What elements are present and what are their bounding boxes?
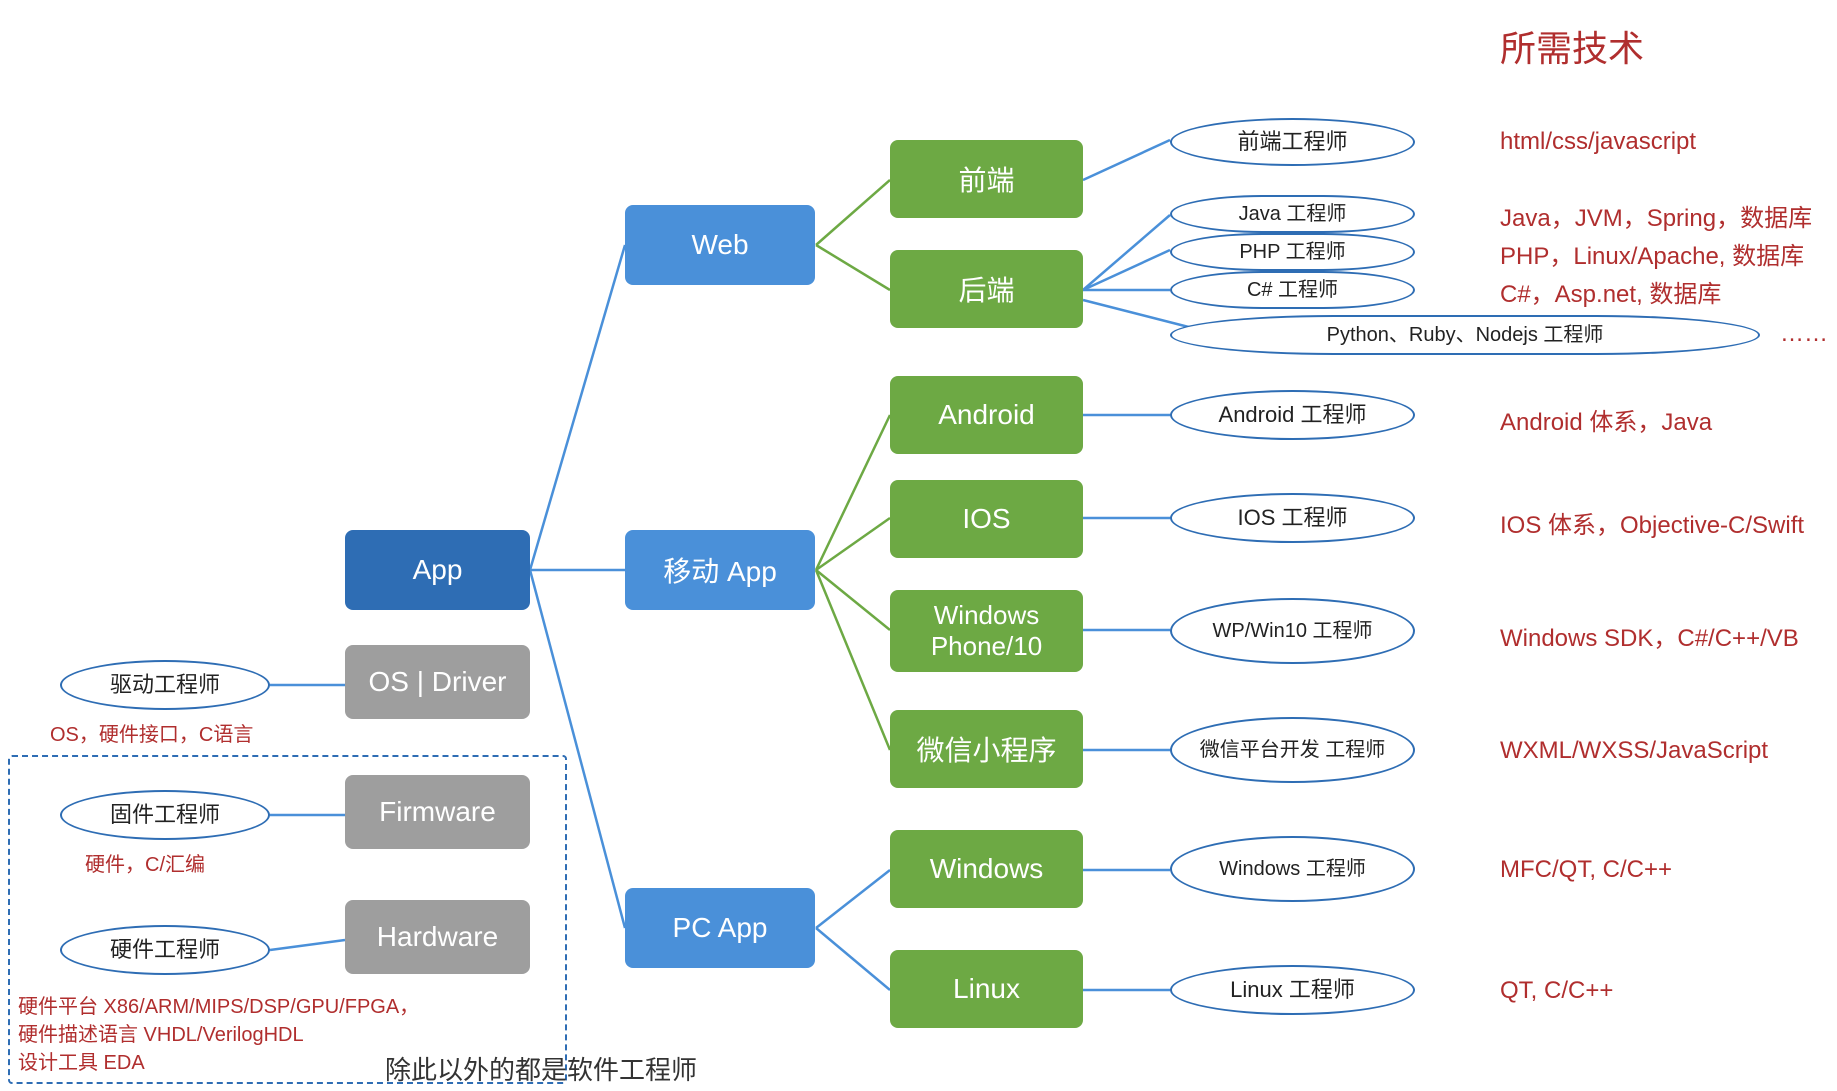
dashed-hardware-group bbox=[8, 755, 567, 1084]
node-windows: Windows bbox=[890, 830, 1083, 908]
role-csharp: C# 工程师 bbox=[1170, 271, 1415, 309]
footer-note: 除此以外的都是软件工程师 bbox=[385, 1050, 697, 1087]
node-mobile: 移动 App bbox=[625, 530, 815, 610]
node-web: Web bbox=[625, 205, 815, 285]
node-ios: IOS bbox=[890, 480, 1083, 558]
role-ios: IOS 工程师 bbox=[1170, 493, 1415, 543]
role-wechat: 微信平台开发 工程师 bbox=[1170, 717, 1415, 783]
tech-wechat: WXML/WXSS/JavaScript bbox=[1500, 737, 1768, 765]
role-android: Android 工程师 bbox=[1170, 390, 1415, 440]
role-linux: Linux 工程师 bbox=[1170, 965, 1415, 1015]
tech-android: Android 体系，Java bbox=[1500, 402, 1712, 437]
node-frontend: 前端 bbox=[890, 140, 1083, 218]
tech-driver: OS，硬件接口，C语言 bbox=[50, 718, 253, 747]
role-php: PHP 工程师 bbox=[1170, 233, 1415, 271]
node-linux: Linux bbox=[890, 950, 1083, 1028]
tech-csharp: C#，Asp.net, 数据库 bbox=[1500, 274, 1721, 309]
tech-java: Java，JVM，Spring，数据库 bbox=[1500, 198, 1812, 233]
tech-windows: MFC/QT, C/C++ bbox=[1500, 856, 1672, 884]
tech-ios: IOS 体系，Objective-C/Swift bbox=[1500, 505, 1804, 540]
node-wp: Windows Phone/10 bbox=[890, 590, 1083, 672]
tech-wp: Windows SDK，C#/C++/VB bbox=[1500, 618, 1799, 653]
role-driver-engineer: 驱动工程师 bbox=[60, 660, 270, 710]
page-title: 所需技术 bbox=[1500, 20, 1644, 72]
node-os-driver: OS | Driver bbox=[345, 645, 530, 719]
tech-linux: QT, C/C++ bbox=[1500, 977, 1613, 1005]
node-backend: 后端 bbox=[890, 250, 1083, 328]
role-frontend: 前端工程师 bbox=[1170, 118, 1415, 166]
node-android: Android bbox=[890, 376, 1083, 454]
node-app: App bbox=[345, 530, 530, 610]
tech-php: PHP，Linux/Apache, 数据库 bbox=[1500, 236, 1804, 271]
node-wechat: 微信小程序 bbox=[890, 710, 1083, 788]
role-pyrubynode: Python、Ruby、Nodejs 工程师 bbox=[1170, 315, 1760, 355]
role-windows: Windows 工程师 bbox=[1170, 836, 1415, 902]
tech-pyrubynode: …… bbox=[1780, 320, 1828, 348]
tech-frontend: html/css/javascript bbox=[1500, 128, 1696, 156]
role-java: Java 工程师 bbox=[1170, 195, 1415, 233]
role-wp: WP/Win10 工程师 bbox=[1170, 598, 1415, 664]
node-pc: PC App bbox=[625, 888, 815, 968]
